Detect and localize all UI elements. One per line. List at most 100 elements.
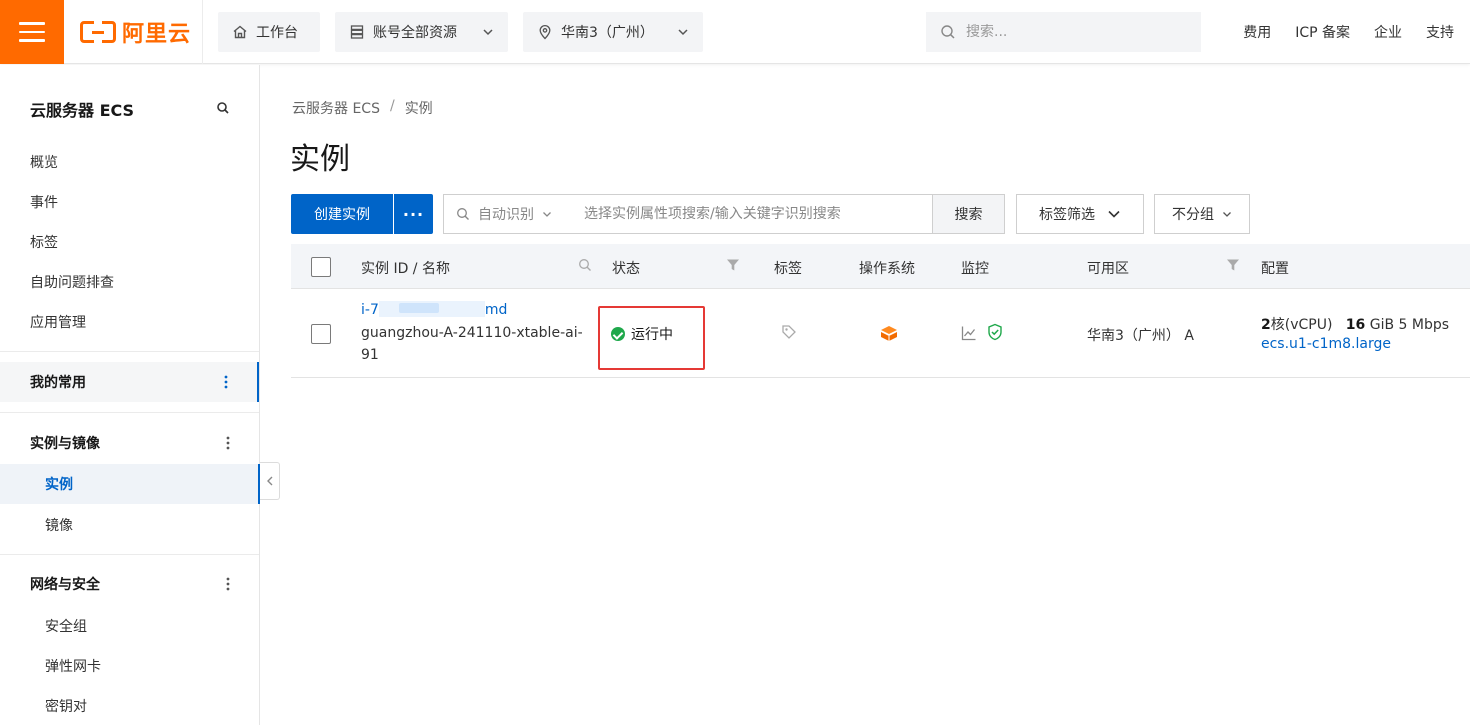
config-spec: 2核(vCPU) 16 GiB 5 Mbps — [1261, 314, 1449, 334]
memory-unit: GiB — [1369, 317, 1395, 333]
sidebar-item-elastic-nic[interactable]: 弹性网卡 — [45, 656, 101, 676]
filter-mode-dropdown[interactable]: 自动识别 — [444, 195, 574, 233]
select-all-checkbox[interactable] — [311, 257, 331, 277]
search-icon[interactable] — [578, 258, 592, 272]
filter-icon[interactable] — [726, 258, 740, 272]
monitor-chart-icon[interactable] — [961, 325, 977, 341]
sidebar-item-tags[interactable]: 标签 — [30, 232, 58, 252]
breadcrumb-instances: 实例 — [404, 101, 433, 117]
chevron-down-icon — [1223, 212, 1231, 217]
column-header-tags[interactable]: 标签 — [774, 258, 802, 278]
instance-name: guangzhou-A-241110-xtable-ai-91 — [361, 325, 583, 363]
sidebar-item-events[interactable]: 事件 — [30, 192, 58, 212]
sidebar-item-images[interactable]: 镜像 — [45, 515, 73, 535]
breadcrumb: 云服务器 ECS / 实例 — [292, 98, 433, 118]
chevron-down-icon — [678, 29, 688, 36]
sidebar-group-instances-images[interactable]: 实例与镜像 — [0, 423, 259, 463]
column-header-os[interactable]: 操作系统 — [859, 258, 915, 278]
sidebar-group-network-security[interactable]: 网络与安全 — [0, 564, 259, 604]
page-title: 实例 — [290, 142, 350, 177]
filter-icon[interactable] — [1226, 258, 1240, 272]
search-button[interactable]: 搜索 — [932, 195, 1004, 233]
more-actions-button[interactable]: ··· — [394, 194, 433, 234]
security-shield-icon[interactable] — [986, 323, 1004, 341]
redacted-region — [378, 301, 485, 317]
more-vertical-icon[interactable] — [225, 435, 231, 451]
workbench-button[interactable]: 工作台 — [218, 12, 320, 52]
location-pin-icon — [539, 25, 551, 40]
status-text: 运行中 — [631, 327, 673, 343]
hamburger-menu-icon[interactable] — [0, 0, 64, 64]
column-header-id-name[interactable]: 实例 ID / 名称 — [361, 258, 450, 278]
workbench-label: 工作台 — [256, 25, 298, 41]
sidebar-group-label: 我的常用 — [30, 375, 86, 391]
chevron-left-icon — [266, 476, 272, 486]
sidebar-item-overview[interactable]: 概览 — [30, 152, 58, 172]
sidebar: 云服务器 ECS 概览 事件 标签 自助问题排查 应用管理 我的常用 实例与镜像… — [0, 65, 260, 725]
tag-filter-label: 标签筛选 — [1039, 207, 1095, 223]
top-link-icp[interactable]: ICP 备案 — [1295, 22, 1350, 42]
chevron-down-icon — [543, 212, 551, 217]
top-divider — [202, 0, 203, 64]
sidebar-item-label: 实例 — [45, 477, 73, 493]
sidebar-divider — [0, 554, 259, 555]
column-header-status[interactable]: 状态 — [612, 258, 640, 278]
zone-text: 华南3（广州） A — [1087, 328, 1194, 344]
search-icon — [941, 25, 955, 39]
instance-table-header: 实例 ID / 名称 状态 标签 操作系统 监控 可用区 配置 — [291, 244, 1470, 289]
tag-filter-button[interactable]: 标签筛选 — [1016, 194, 1144, 234]
database-icon — [350, 25, 364, 39]
sidebar-item-troubleshoot[interactable]: 自助问题排查 — [30, 272, 114, 292]
more-vertical-icon[interactable] — [223, 374, 229, 390]
global-search[interactable] — [926, 12, 1201, 52]
instance-id-link[interactable]: i-7 md — [361, 301, 507, 318]
sidebar-divider — [0, 351, 259, 352]
region-selector-label: 华南3（广州） — [561, 25, 654, 41]
column-header-zone[interactable]: 可用区 — [1087, 258, 1129, 278]
tag-icon[interactable] — [781, 324, 797, 340]
breadcrumb-ecs[interactable]: 云服务器 ECS — [292, 98, 380, 118]
group-by-label: 不分组 — [1172, 207, 1214, 223]
top-links: 费用 ICP 备案 企业 支持 — [1243, 0, 1454, 64]
create-instance-button[interactable]: 创建实例 — [291, 194, 393, 234]
resource-selector-label: 账号全部资源 — [373, 25, 457, 41]
sidebar-item-security-groups[interactable]: 安全组 — [45, 616, 87, 636]
aliyun-logo[interactable]: 阿里云 — [80, 19, 192, 47]
status-badge: 运行中 — [611, 324, 673, 344]
os-icon — [881, 326, 897, 341]
instance-search-input[interactable] — [574, 206, 932, 222]
sidebar-search-icon[interactable] — [216, 101, 230, 115]
global-search-input[interactable] — [966, 24, 1166, 40]
instance-type-link[interactable]: ecs.u1-c1m8.large — [1261, 336, 1391, 352]
column-header-config[interactable]: 配置 — [1261, 258, 1289, 278]
sidebar-item-app-management[interactable]: 应用管理 — [30, 312, 86, 332]
top-link-billing[interactable]: 费用 — [1243, 22, 1271, 42]
sidebar-item-key-pairs[interactable]: 密钥对 — [45, 696, 87, 716]
table-row: i-7 md guangzhou-A-241110-xtable-ai-91 运行… — [291, 289, 1470, 378]
sidebar-item-instances[interactable]: 实例 — [0, 464, 260, 504]
sidebar-collapse-button[interactable] — [260, 462, 280, 500]
sidebar-group-label: 网络与安全 — [30, 577, 100, 593]
logo-text: 阿里云 — [122, 22, 192, 47]
row-checkbox[interactable] — [311, 324, 331, 344]
top-link-enterprise[interactable]: 企业 — [1374, 22, 1402, 42]
sidebar-group-common[interactable]: 我的常用 — [0, 362, 259, 402]
breadcrumb-separator: / — [389, 98, 395, 114]
top-link-support[interactable]: 支持 — [1426, 22, 1454, 42]
logo-mark-icon — [80, 20, 116, 45]
group-by-dropdown[interactable]: 不分组 — [1154, 194, 1250, 234]
home-icon — [233, 25, 247, 39]
resource-selector[interactable]: 账号全部资源 — [335, 12, 508, 52]
column-header-monitor[interactable]: 监控 — [961, 258, 989, 278]
more-vertical-icon[interactable] — [225, 576, 231, 592]
sidebar-title: 云服务器 ECS — [30, 101, 135, 120]
instance-id-prefix: i-7 — [361, 302, 379, 318]
instance-filter: 自动识别 搜索 — [443, 194, 1005, 234]
sidebar-group-label: 实例与镜像 — [30, 436, 100, 452]
region-selector[interactable]: 华南3（广州） — [523, 12, 703, 52]
bandwidth: 5 Mbps — [1398, 317, 1450, 333]
search-icon — [457, 208, 469, 220]
instance-id-suffix: md — [484, 302, 508, 318]
sidebar-divider — [0, 412, 259, 413]
check-circle-icon — [611, 327, 625, 341]
